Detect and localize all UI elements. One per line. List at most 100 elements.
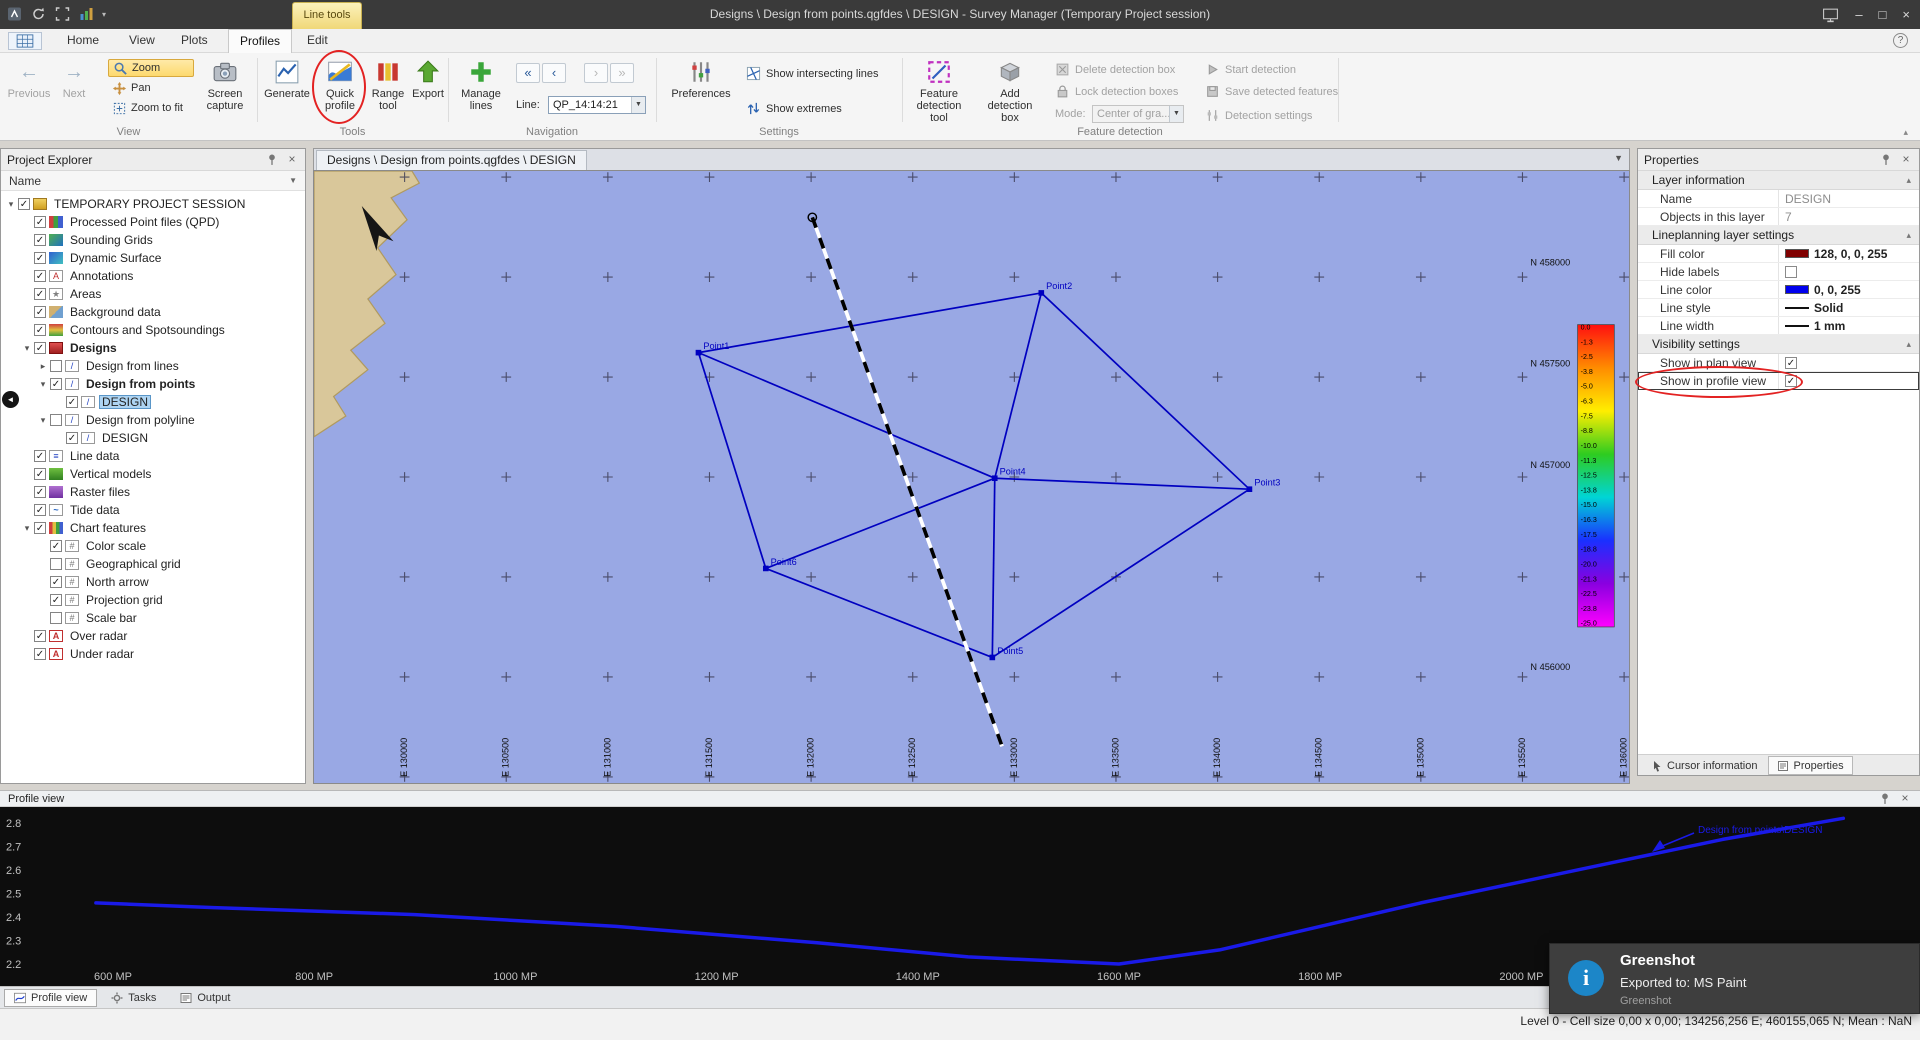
visibility-checkbox[interactable]: ✓	[34, 234, 46, 246]
tree-item-raster-files[interactable]: ✓Raster files	[1, 483, 305, 501]
tab-tasks[interactable]: Tasks	[101, 989, 166, 1007]
chart-icon[interactable]	[78, 6, 95, 22]
tree-item-background-data[interactable]: ✓Background data	[1, 303, 305, 321]
properties-section-lineplanning-layer-settings[interactable]: Lineplanning layer settings▴	[1638, 226, 1919, 245]
tree-item-design-from-polyline[interactable]: ▾/Design from polyline	[1, 411, 305, 429]
zoom-to-fit-option[interactable]: Zoom to fit	[108, 99, 194, 117]
tree-item-chart-features[interactable]: ▾✓Chart features	[1, 519, 305, 537]
close-panel-icon[interactable]: ×	[285, 153, 299, 166]
tab-output[interactable]: Output	[170, 989, 240, 1007]
quick-profile-button[interactable]: Quick profile	[316, 57, 364, 131]
screen-capture-button[interactable]: Screen capture	[198, 57, 252, 131]
next-button[interactable]: → Next	[54, 57, 94, 131]
pin-icon[interactable]	[1878, 792, 1892, 805]
visibility-checkbox[interactable]: ✓	[34, 450, 46, 462]
tab-plots[interactable]: Plots	[170, 29, 219, 53]
tree-item-sounding-grids[interactable]: ✓Sounding Grids	[1, 231, 305, 249]
property-checkbox[interactable]	[1785, 266, 1797, 278]
tab-profiles[interactable]: Profiles	[228, 29, 292, 53]
tree-item-over-radar[interactable]: ✓AOver radar	[1, 627, 305, 645]
tree-item-annotations[interactable]: ✓AAnnotations	[1, 267, 305, 285]
visibility-checkbox[interactable]: ✓	[34, 342, 46, 354]
property-row-hide-labels[interactable]: Hide labels	[1638, 263, 1919, 281]
tree-item-scale-bar[interactable]: #Scale bar	[1, 609, 305, 627]
property-row-line-style[interactable]: Line styleSolid	[1638, 299, 1919, 317]
property-row-line-color[interactable]: Line color0, 0, 255	[1638, 281, 1919, 299]
tree-item-design-from-points[interactable]: ▾✓/Design from points	[1, 375, 305, 393]
lock-detection-boxes-button[interactable]: Lock detection boxes	[1055, 84, 1178, 99]
refresh-icon[interactable]	[30, 6, 47, 22]
application-menu-button[interactable]	[8, 32, 42, 50]
show-intersecting-lines-button[interactable]: Show intersecting lines	[746, 66, 879, 81]
expander-icon[interactable]: ▾	[21, 343, 33, 354]
preferences-button[interactable]: Preferences	[668, 57, 734, 131]
tree-item-color-scale[interactable]: ✓#Color scale	[1, 537, 305, 555]
tree-item-vertical-models[interactable]: ✓Vertical models	[1, 465, 305, 483]
visibility-checkbox[interactable]: ✓	[34, 252, 46, 264]
tree-item-under-radar[interactable]: ✓AUnder radar	[1, 645, 305, 663]
close-panel-icon[interactable]: ×	[1898, 792, 1912, 805]
line-combobox[interactable]: QP_14:14:21 ▼	[548, 96, 646, 114]
pan-option[interactable]: Pan	[108, 79, 194, 97]
expander-icon[interactable]: ▸	[37, 361, 49, 372]
qat-dropdown-icon[interactable]: ▾	[102, 10, 106, 19]
visibility-checkbox[interactable]	[50, 612, 62, 624]
next-line-button[interactable]: ›	[584, 63, 608, 83]
tree-item-geographical-grid[interactable]: #Geographical grid	[1, 555, 305, 573]
manage-lines-button[interactable]: Manage lines	[454, 57, 508, 131]
document-tab[interactable]: Designs \ Design from points.qgfdes \ DE…	[316, 150, 587, 170]
tree-item-design[interactable]: ✓/DESIGN	[1, 393, 305, 411]
visibility-checkbox[interactable]: ✓	[34, 468, 46, 480]
map-canvas[interactable]: Point1Point2Point3Point4Point5Point60.0-…	[313, 170, 1630, 784]
visibility-checkbox[interactable]: ✓	[34, 288, 46, 300]
expander-icon[interactable]: ▾	[21, 523, 33, 534]
tab-edit[interactable]: Edit	[296, 29, 339, 53]
previous-button[interactable]: ← Previous	[6, 57, 52, 131]
dropdown-icon[interactable]: ▼	[1169, 106, 1183, 122]
tree-item-areas[interactable]: ✓★Areas	[1, 285, 305, 303]
tree-item-processed-point-files-qpd[interactable]: ✓Processed Point files (QPD)	[1, 213, 305, 231]
visibility-checkbox[interactable]	[50, 414, 62, 426]
properties-section-visibility-settings[interactable]: Visibility settings▴	[1638, 335, 1919, 354]
expander-icon[interactable]: ▾	[37, 415, 49, 426]
visibility-checkbox[interactable]: ✓	[34, 522, 46, 534]
tab-properties[interactable]: Properties	[1768, 756, 1852, 775]
tree-item-north-arrow[interactable]: ✓#North arrow	[1, 573, 305, 591]
close-panel-icon[interactable]: ×	[1899, 153, 1913, 166]
line-tools-contextual-tab[interactable]: Line tools	[292, 2, 362, 29]
tree-item-dynamic-surface[interactable]: ✓Dynamic Surface	[1, 249, 305, 267]
capture-region-icon[interactable]	[54, 6, 71, 22]
tree-item-line-data[interactable]: ✓≡Line data	[1, 447, 305, 465]
maximize-button[interactable]: □	[1879, 7, 1887, 22]
property-checkbox[interactable]: ✓	[1785, 375, 1797, 387]
mode-combobox[interactable]: Center of gra... ▼	[1092, 105, 1184, 123]
tab-cursor-information[interactable]: Cursor information	[1642, 756, 1766, 775]
visibility-checkbox[interactable]	[50, 360, 62, 372]
show-extremes-button[interactable]: Show extremes	[746, 101, 842, 116]
delete-detection-box-button[interactable]: Delete detection box	[1055, 62, 1175, 77]
minimize-button[interactable]: –	[1855, 7, 1862, 22]
properties-section-layer-information[interactable]: Layer information▴	[1638, 171, 1919, 190]
property-row-name[interactable]: NameDESIGN	[1638, 190, 1919, 208]
range-tool-button[interactable]: Range tool	[366, 57, 410, 131]
tab-list-dropdown-icon[interactable]: ▼	[1614, 153, 1623, 163]
column-dropdown-icon[interactable]: ▼	[289, 176, 297, 185]
property-row-show-in-profile-view[interactable]: Show in profile view✓	[1638, 372, 1919, 390]
property-row-objects-in-this-layer[interactable]: Objects in this layer7	[1638, 208, 1919, 226]
visibility-checkbox[interactable]: ✓	[34, 486, 46, 498]
tree-item-designs[interactable]: ▾✓Designs	[1, 339, 305, 357]
expander-icon[interactable]: ▾	[5, 199, 17, 210]
visibility-checkbox[interactable]: ✓	[34, 306, 46, 318]
detection-settings-button[interactable]: Detection settings	[1205, 108, 1312, 123]
previous-line-button[interactable]: ‹	[542, 63, 566, 83]
property-row-fill-color[interactable]: Fill color128, 0, 0, 255	[1638, 245, 1919, 263]
export-button[interactable]: Export	[410, 57, 446, 131]
tree-item-temporary-project-session[interactable]: ▾✓TEMPORARY PROJECT SESSION	[1, 195, 305, 213]
zoom-option[interactable]: Zoom	[108, 59, 194, 77]
selected-layer-marker[interactable]: ◄	[2, 391, 19, 408]
visibility-checkbox[interactable]: ✓	[34, 630, 46, 642]
add-detection-box-button[interactable]: Add detection box	[980, 57, 1040, 131]
visibility-checkbox[interactable]: ✓	[34, 504, 46, 516]
visibility-checkbox[interactable]: ✓	[50, 540, 62, 552]
tree-item-tide-data[interactable]: ✓~Tide data	[1, 501, 305, 519]
